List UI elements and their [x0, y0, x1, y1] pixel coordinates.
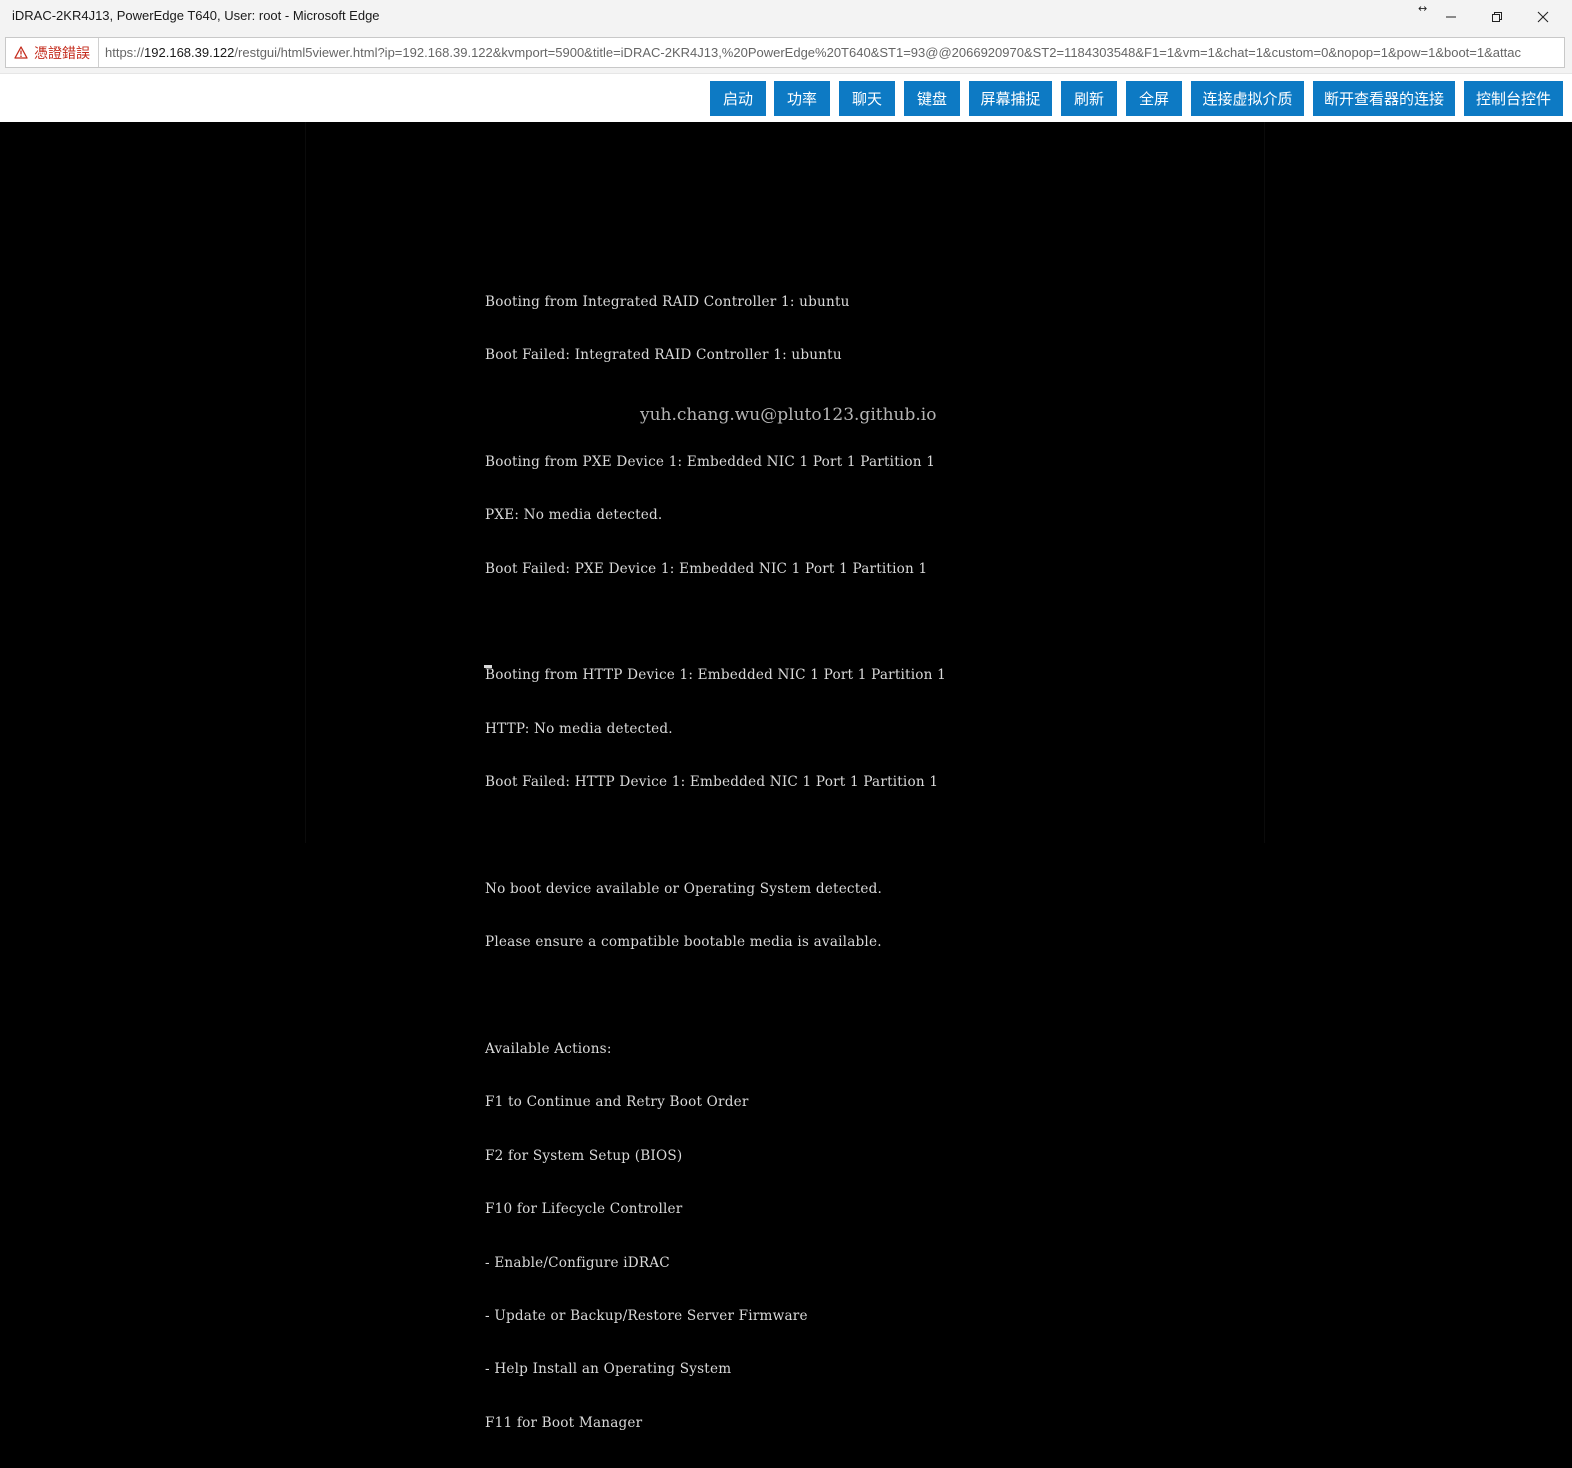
warning-icon	[14, 46, 28, 59]
console-line: Please ensure a compatible bootable medi…	[485, 934, 882, 951]
console-line: - Update or Backup/Restore Server Firmwa…	[485, 1308, 808, 1325]
window-title: iDRAC-2KR4J13, PowerEdge T640, User: roo…	[12, 8, 380, 23]
console-line: F10 for Lifecycle Controller	[485, 1201, 683, 1218]
console-line: PXE: No media detected.	[485, 507, 663, 524]
console-line: F11 for Boot Manager	[485, 1414, 643, 1431]
viewer-toolbar: 启动 功率 聊天 键盘 屏幕捕捉 刷新 全屏 连接虚拟介质 断开查看器的连接 控…	[0, 73, 1572, 122]
connect-virtual-media-button[interactable]: 连接虚拟介质	[1191, 81, 1304, 116]
chat-button[interactable]: 聊天	[839, 81, 895, 116]
console-line: Booting from Integrated RAID Controller …	[485, 293, 850, 310]
power-button[interactable]: 功率	[774, 81, 830, 116]
console-line: Boot Failed: Integrated RAID Controller …	[485, 346, 842, 363]
console-line: F1 to Continue and Retry Boot Order	[485, 1094, 749, 1111]
url-text: https://192.168.39.122/restgui/html5view…	[99, 45, 1521, 60]
window-titlebar: iDRAC-2KR4J13, PowerEdge T640, User: roo…	[0, 0, 1572, 33]
certificate-error-badge[interactable]: 憑證錯誤	[6, 38, 99, 67]
refresh-button[interactable]: 刷新	[1061, 81, 1117, 116]
fullscreen-button[interactable]: 全屏	[1126, 81, 1182, 116]
minimize-icon[interactable]	[1428, 0, 1474, 33]
console-line: - Enable/Configure iDRAC	[485, 1254, 670, 1271]
certificate-error-label: 憑證錯誤	[34, 45, 90, 62]
text-cursor	[484, 665, 492, 668]
console-line: Booting from HTTP Device 1: Embedded NIC…	[485, 667, 946, 684]
console-line: Available Actions:	[485, 1041, 612, 1058]
console-line: No boot device available or Operating Sy…	[485, 880, 883, 897]
console-line: - Help Install an Operating System	[485, 1361, 732, 1378]
watermark: yuh.chang.wu@pluto123.github.io	[640, 405, 937, 425]
console-line: Boot Failed: PXE Device 1: Embedded NIC …	[485, 560, 928, 577]
kvm-console[interactable]: Booting from Integrated RAID Controller …	[0, 122, 1572, 1431]
console-controls-button[interactable]: 控制台控件	[1464, 81, 1563, 116]
close-icon[interactable]	[1520, 0, 1566, 33]
restore-icon[interactable]	[1474, 0, 1520, 33]
console-line: Boot Failed: HTTP Device 1: Embedded NIC…	[485, 774, 939, 791]
url-scheme: https://	[105, 45, 145, 60]
url-field[interactable]: 憑證錯誤 https://192.168.39.122/restgui/html…	[5, 37, 1565, 68]
console-line: HTTP: No media detected.	[485, 720, 673, 737]
console-line: F2 for System Setup (BIOS)	[485, 1147, 683, 1164]
url-host: 192.168.39.122	[144, 45, 235, 60]
url-path: /restgui/html5viewer.html?ip=192.168.39.…	[234, 45, 1521, 60]
resize-arrows-icon: ↔	[1418, 2, 1428, 15]
address-bar: 憑證錯誤 https://192.168.39.122/restgui/html…	[0, 33, 1572, 73]
disconnect-viewer-button[interactable]: 断开查看器的连接	[1313, 81, 1455, 116]
screen-capture-button[interactable]: 屏幕捕捉	[969, 81, 1052, 116]
keyboard-button[interactable]: 键盘	[904, 81, 960, 116]
console-line: Booting from PXE Device 1: Embedded NIC …	[485, 453, 936, 470]
console-output: Booting from Integrated RAID Controller …	[485, 258, 946, 1468]
boot-button[interactable]: 启动	[710, 81, 766, 116]
